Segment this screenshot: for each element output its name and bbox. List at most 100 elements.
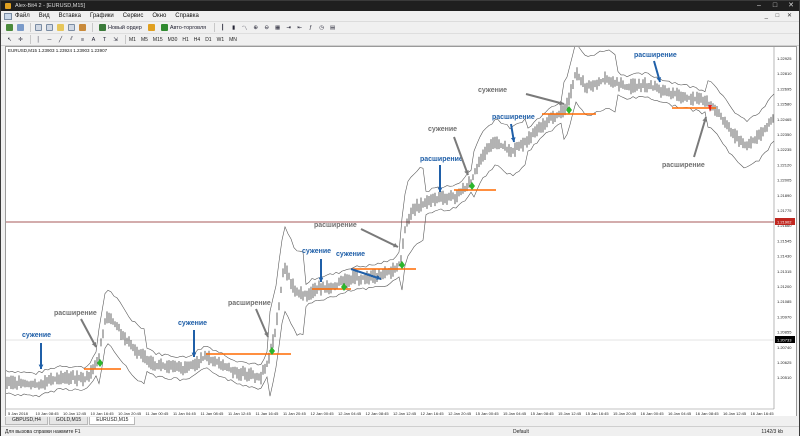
price-axis-label: 1.22120: [777, 162, 792, 167]
annotation-arrowhead: [318, 277, 324, 282]
toolbar-separator: [214, 23, 216, 32]
price-axis-label: 1.20625: [777, 360, 792, 365]
squeeze-label: расширение: [634, 52, 677, 59]
price-axis-label: 1.22465: [777, 117, 792, 122]
autotrading-button[interactable]: Авто-торговля: [158, 23, 209, 32]
menu-window[interactable]: Окно: [152, 13, 166, 19]
fibonacci-icon[interactable]: ≡: [78, 35, 87, 44]
minimize-button[interactable]: –: [751, 1, 767, 11]
price-axis-label: 1.20855: [777, 330, 792, 335]
menu-charts[interactable]: Графики: [90, 13, 114, 19]
timeframe-m30[interactable]: M30: [168, 37, 178, 43]
tab-eurusd-m15[interactable]: EURUSD,M15: [89, 416, 136, 425]
current-price-tag-text: 1.21902: [777, 220, 792, 225]
timeframe-m5[interactable]: M5: [141, 37, 148, 43]
menu-insert[interactable]: Вставка: [59, 13, 81, 19]
help-hint: Для вызова справки нажмите F1: [5, 428, 81, 435]
menu-bar: Файл Вид Вставка Графики Сервис Окно Спр…: [1, 11, 799, 22]
price-axis-label: 1.22810: [777, 71, 792, 76]
breakout-signal-marker: [399, 261, 405, 269]
terminal-icon[interactable]: [67, 23, 76, 32]
crosshair-icon[interactable]: ✛: [16, 35, 25, 44]
timeframe-h1[interactable]: H1: [182, 37, 188, 43]
squeeze-label: расширение: [420, 156, 463, 163]
profiles-icon[interactable]: [16, 23, 25, 32]
annotation-arrow: [693, 116, 707, 158]
toolbar-separator: [30, 35, 31, 44]
timeframe-h4[interactable]: H4: [194, 37, 200, 43]
zoom-in-icon[interactable]: ⊕: [251, 23, 260, 32]
price-axis-label: 1.21430: [777, 254, 792, 259]
connection-traffic: 1142/3 kb: [761, 428, 783, 435]
tab-gbpusd-h4[interactable]: GBPUSD,H4: [5, 416, 48, 425]
price-axis-label: 1.21545: [777, 238, 792, 243]
breakout-signal-marker: [469, 182, 475, 190]
chart-window-icon[interactable]: [4, 13, 12, 20]
arrows-icon[interactable]: ⇲: [111, 35, 120, 44]
squeeze-label: сужение: [302, 248, 331, 255]
window-title: Alex-Bit4 2 - [EURUSD,M15]: [15, 3, 85, 9]
chart-shift-icon[interactable]: ⇤: [295, 23, 304, 32]
price-axis-label: 1.20740: [777, 345, 792, 350]
horizontal-line-icon[interactable]: ─: [45, 35, 54, 44]
toolbar-separator: [125, 35, 126, 44]
timeframe-mn[interactable]: MN: [229, 37, 237, 43]
text-label-icon[interactable]: T: [100, 35, 109, 44]
annotation-arrow: [255, 308, 269, 338]
cursor-icon[interactable]: ↖: [5, 35, 14, 44]
price-axis-label: 1.22925: [777, 56, 792, 61]
tester-icon[interactable]: [78, 23, 87, 32]
bar-chart-icon[interactable]: ┃: [218, 23, 227, 32]
line-studies-toolbar: ↖ ✛ │ ─ ╱ ⫽ ≡ A T ⇲ M1 M5 M15 M30 H1 H4 …: [1, 34, 799, 46]
expansion-label: сужение: [428, 126, 457, 133]
timeframe-m15[interactable]: M15: [153, 37, 163, 43]
zoom-out-icon[interactable]: ⊖: [262, 23, 271, 32]
metaeditor-icon[interactable]: [147, 23, 156, 32]
market-watch-icon[interactable]: [34, 23, 43, 32]
timeframe-w1[interactable]: W1: [217, 37, 225, 43]
menu-tools[interactable]: Сервис: [123, 13, 144, 19]
navigator-icon[interactable]: [56, 23, 65, 32]
lower-price-tag-text: 1.20733: [777, 338, 792, 343]
close-button[interactable]: ✕: [783, 1, 799, 11]
equidistant-channel-icon[interactable]: ⫽: [67, 35, 76, 44]
line-chart-icon[interactable]: 〽: [240, 23, 249, 32]
lower-band: [6, 94, 775, 398]
menu-help[interactable]: Справка: [175, 13, 199, 19]
new-order-label: Новый ордер: [108, 24, 142, 31]
price-chart[interactable]: 1.22925 1.22810 1.22695 1.22580 1.22465 1.223…: [6, 47, 796, 417]
annotation-arrow: [360, 228, 399, 248]
annotation-arrowhead: [38, 364, 44, 369]
text-icon[interactable]: A: [89, 35, 98, 44]
expansion-label: расширение: [662, 162, 705, 169]
expansion-label: расширение: [228, 300, 271, 307]
app-icon: [5, 3, 11, 9]
timeframe-m1[interactable]: M1: [129, 37, 136, 43]
tile-windows-icon[interactable]: ▦: [273, 23, 282, 32]
maximize-button[interactable]: □: [767, 1, 783, 11]
expansion-label: расширение: [54, 310, 97, 317]
candles-icon[interactable]: ▮: [229, 23, 238, 32]
templates-icon[interactable]: ▤: [328, 23, 337, 32]
data-window-icon[interactable]: [45, 23, 54, 32]
price-axis-label: 1.22580: [777, 102, 792, 107]
periods-icon[interactable]: ◷: [317, 23, 326, 32]
new-chart-icon[interactable]: [5, 23, 14, 32]
price-axis-label: 1.20510: [777, 375, 792, 380]
document-window-controls[interactable]: _ □ ✕: [765, 12, 795, 19]
squeeze-label: сужение: [178, 320, 207, 327]
title-bar: Alex-Bit4 2 - [EURUSD,M15] – □ ✕: [1, 1, 799, 11]
upper-band: [6, 47, 775, 375]
autoscroll-icon[interactable]: ⇥: [284, 23, 293, 32]
price-axis-label: 1.21890: [777, 193, 792, 198]
indicators-icon[interactable]: ƒ: [306, 23, 315, 32]
menu-view[interactable]: Вид: [39, 13, 50, 19]
trendline-icon[interactable]: ╱: [56, 35, 65, 44]
timeframe-d1[interactable]: D1: [205, 37, 211, 43]
menu-file[interactable]: Файл: [15, 13, 30, 19]
squeeze-label: расширение: [492, 114, 535, 121]
chart-window[interactable]: 1.22925 1.22810 1.22695 1.22580 1.22465 1.223…: [5, 46, 797, 418]
new-order-button[interactable]: Новый ордер: [96, 23, 145, 32]
tab-gold-m15[interactable]: GOLD,M15: [48, 416, 89, 425]
vertical-line-icon[interactable]: │: [34, 35, 43, 44]
